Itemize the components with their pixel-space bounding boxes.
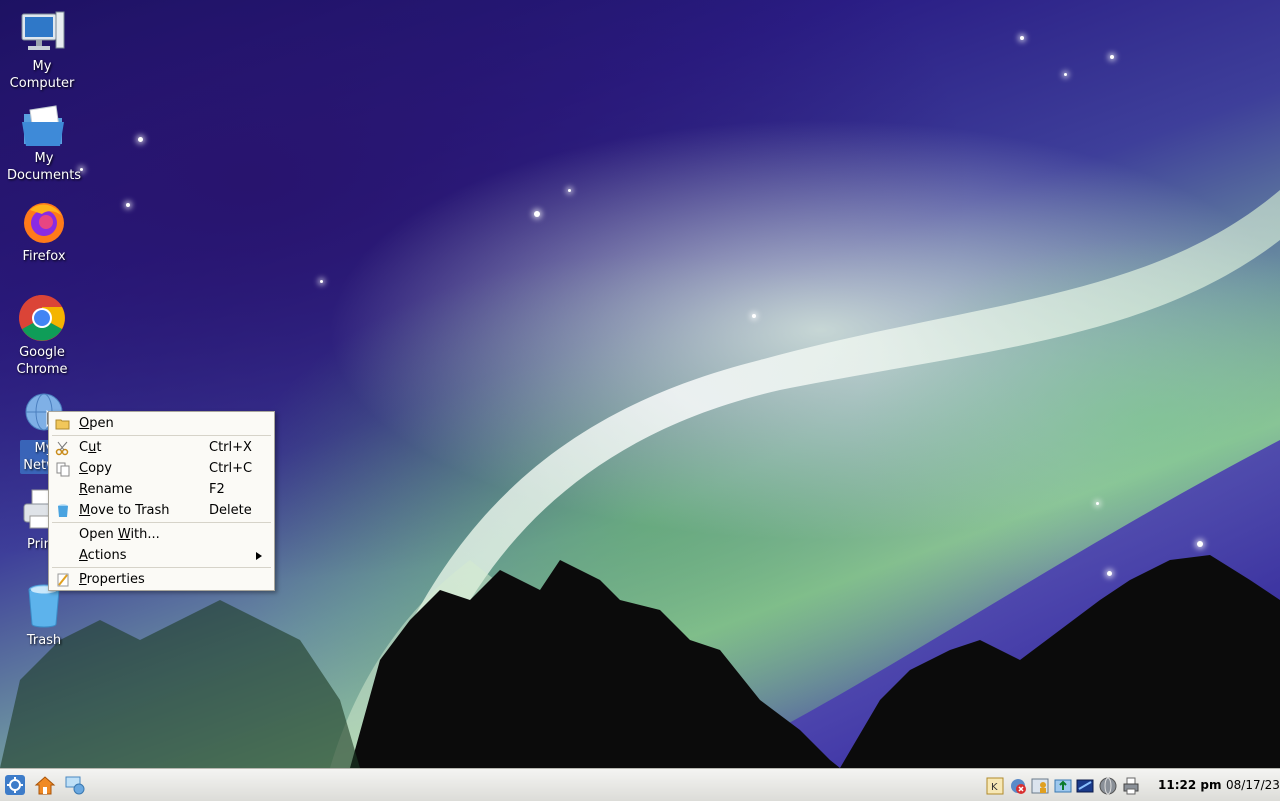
menu-label: Actions [79, 548, 127, 563]
network-icon[interactable] [64, 774, 86, 796]
context-menu: Open Cut Ctrl+X Copy Ctrl+C Rename F2 Mo… [48, 411, 275, 591]
menu-label: Properties [79, 572, 145, 587]
menu-separator [52, 567, 271, 568]
menu-shortcut: Ctrl+X [209, 440, 252, 455]
submenu-arrow-icon [256, 552, 262, 560]
scissors-icon [55, 441, 69, 456]
wallpaper [0, 190, 1280, 768]
icon-label-line1: Google [19, 345, 65, 360]
menu-shortcut: Delete [209, 503, 252, 518]
menu-item-copy[interactable]: Copy Ctrl+C [49, 458, 274, 479]
k-icon[interactable]: K [986, 777, 1004, 795]
icon-label-line2: Computer [9, 76, 75, 91]
menu-item-rename[interactable]: Rename F2 [49, 479, 274, 500]
desktop-icon-google-chrome[interactable]: Google Chrome [0, 294, 84, 378]
icon-label-line1: Firefox [22, 249, 66, 264]
menu-shortcut: F2 [209, 482, 225, 497]
menu-item-open[interactable]: Open [49, 413, 274, 434]
menu-item-open-with[interactable]: Open With... [49, 524, 274, 545]
open-folder-icon [55, 419, 70, 430]
desktop[interactable]: My Computer My Documents Firefox Google [0, 0, 1280, 768]
display-icon[interactable] [1076, 777, 1094, 795]
folder-icon [22, 105, 64, 146]
firefox-icon [24, 203, 64, 243]
icon-label-line2: Documents [6, 168, 82, 183]
copy-icon [56, 462, 70, 477]
clock-time[interactable]: 11:22 pm [1158, 778, 1221, 792]
computer-icon [21, 11, 65, 50]
update-icon[interactable] [1054, 777, 1072, 795]
menu-item-properties[interactable]: Properties [49, 569, 274, 590]
trash-icon [58, 504, 68, 517]
taskbar: K 11:22 pm 08/17/23 [0, 768, 1280, 801]
menu-label: Rename [79, 482, 133, 497]
printer-tray-icon[interactable] [1122, 777, 1140, 795]
kde-menu-icon[interactable] [4, 774, 26, 796]
menu-item-cut[interactable]: Cut Ctrl+X [49, 437, 274, 458]
menu-shortcut: Ctrl+C [209, 461, 253, 476]
icon-label-line1: My [32, 59, 52, 74]
user-icon[interactable] [1031, 777, 1049, 795]
menu-separator [52, 435, 271, 436]
chrome-icon [19, 295, 65, 341]
desktop-icon-my-computer[interactable]: My Computer [0, 8, 84, 92]
icon-label-line1: My [34, 151, 54, 166]
icon-label-line1: Trash [26, 633, 62, 648]
menu-separator [52, 522, 271, 523]
desktop-icon-firefox[interactable]: Firefox [2, 198, 86, 265]
menu-label: Copy [79, 461, 112, 476]
desktop-icon-trash[interactable]: Trash [2, 582, 86, 649]
menu-item-actions[interactable]: Actions [49, 545, 274, 566]
svg-text:K: K [991, 782, 998, 793]
icon-label-line2: Chrome [16, 362, 68, 377]
menu-label: Open With... [79, 527, 160, 542]
menu-label: Cut [79, 440, 102, 455]
properties-icon [57, 573, 69, 587]
menu-label: Move to Trash [79, 503, 170, 518]
menu-item-move-to-trash[interactable]: Move to Trash Delete [49, 500, 274, 521]
globe-icon[interactable] [1099, 777, 1117, 795]
network-error-icon[interactable] [1009, 777, 1027, 795]
menu-label: Open [79, 416, 114, 431]
desktop-icon-my-documents[interactable]: My Documents [2, 104, 86, 184]
clock-date[interactable]: 08/17/23 [1226, 778, 1280, 792]
home-icon[interactable] [34, 774, 56, 796]
